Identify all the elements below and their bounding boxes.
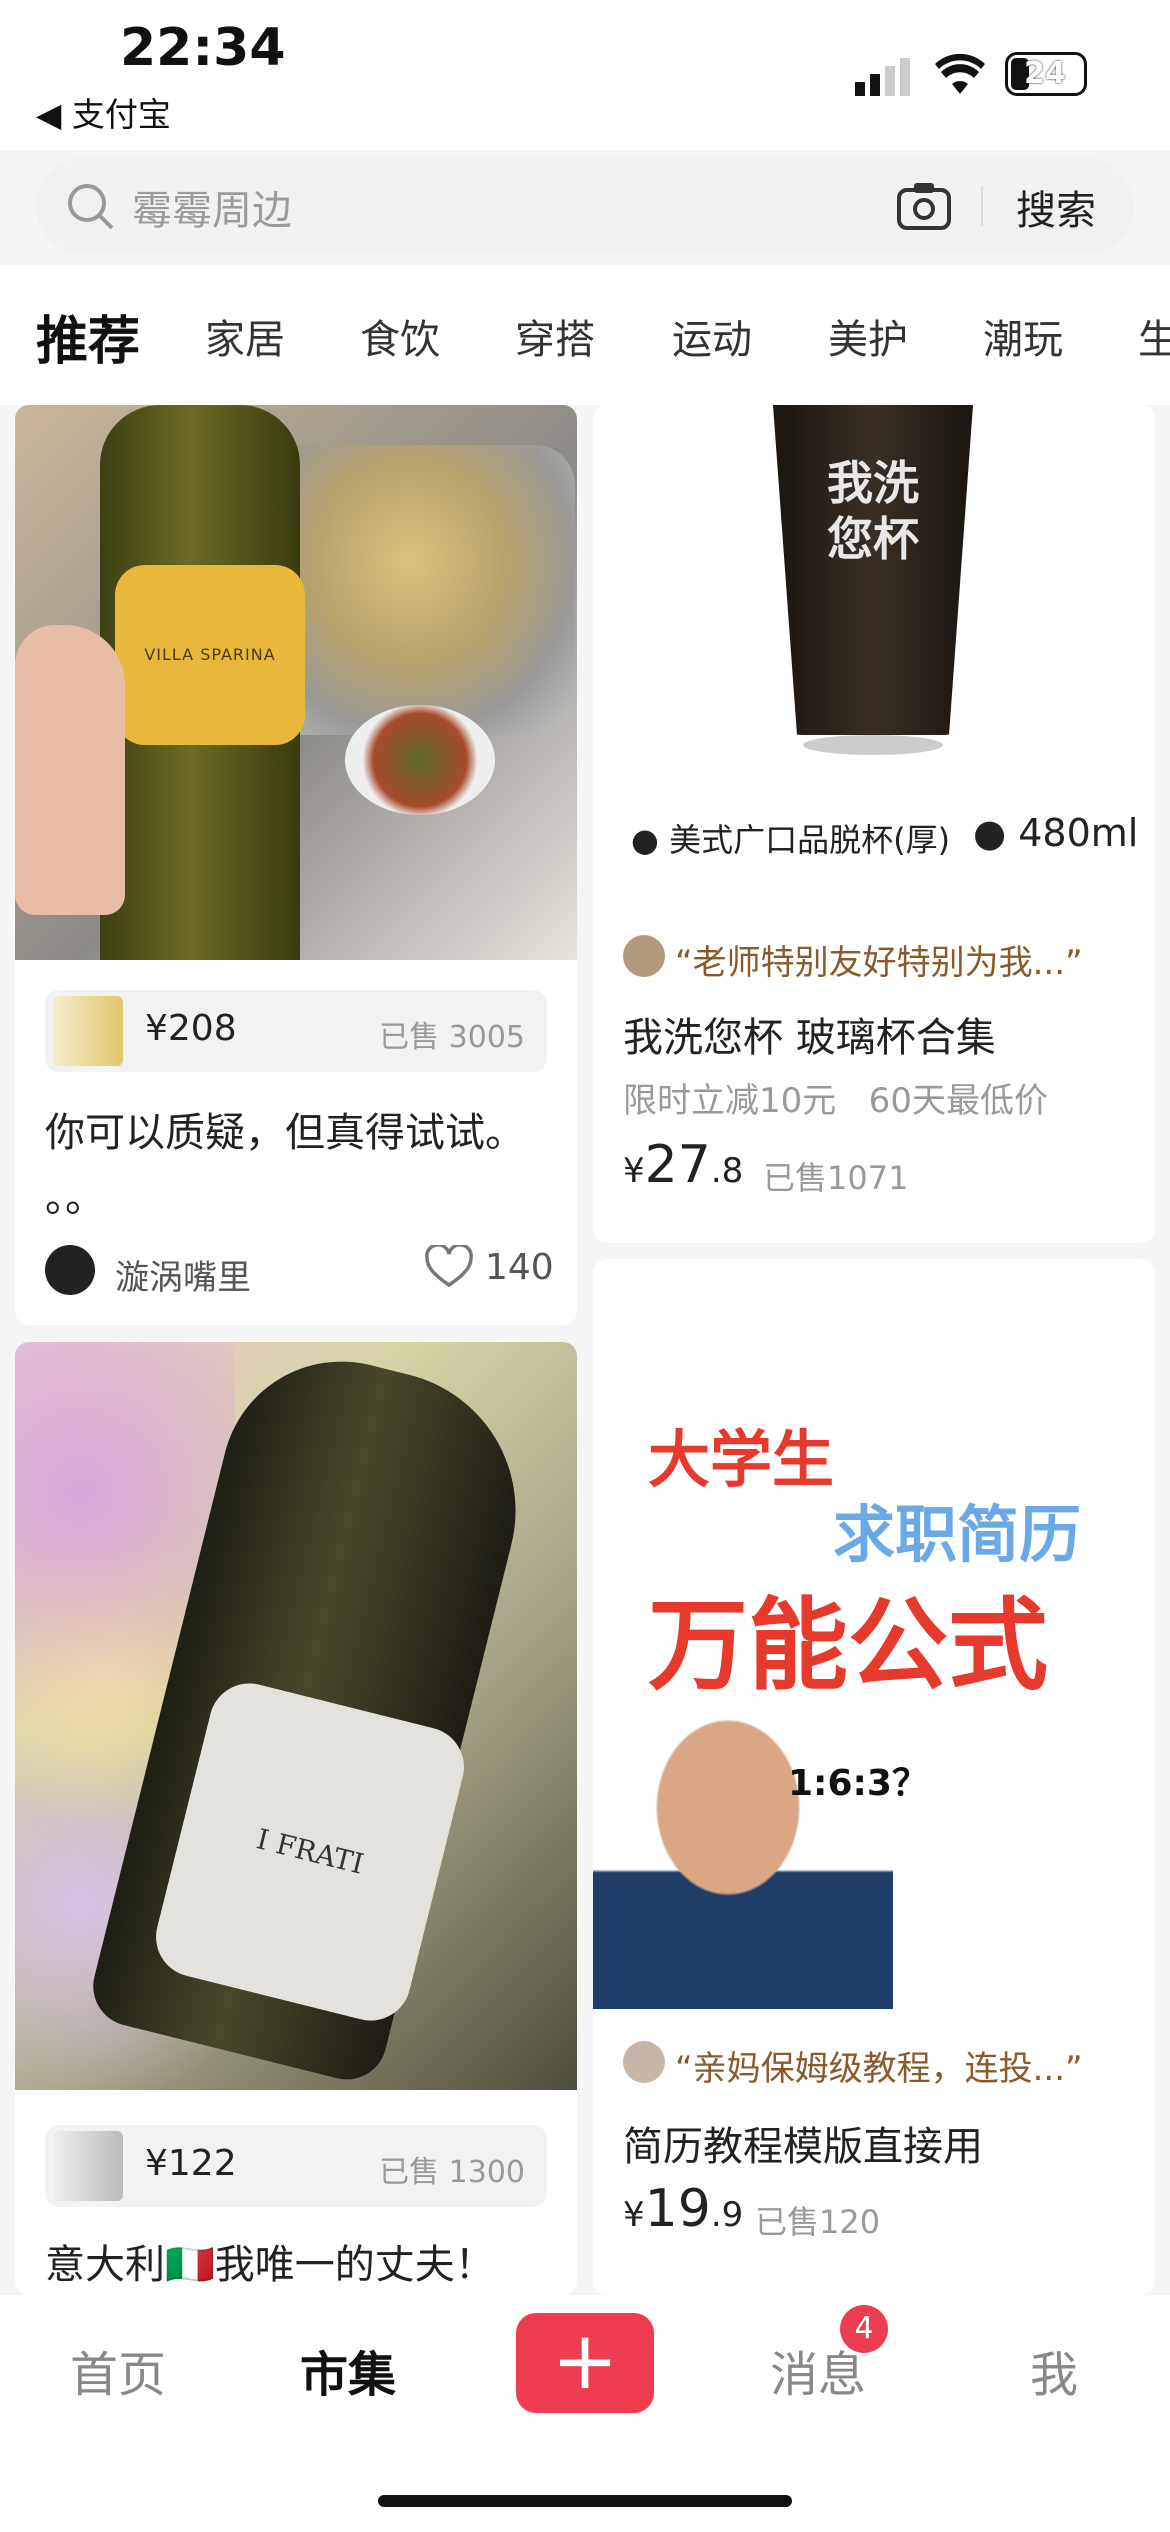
bottom-nav: 首页 市集 + 消息 4 我 (0, 2295, 1170, 2532)
back-triangle-icon: ◀ (36, 95, 72, 134)
tab-more[interactable]: 生 (1138, 307, 1170, 365)
glass-base (803, 735, 943, 755)
tab-recommend[interactable]: 推荐 (36, 299, 140, 374)
product-price: ¥208 (145, 1008, 237, 1049)
tab-food[interactable]: 食饮 (360, 307, 440, 365)
person-image (593, 1699, 893, 2009)
like-button[interactable]: 140 (425, 1243, 554, 1293)
camera-icon[interactable] (896, 180, 952, 236)
card-title: 你可以质疑，但真得试试。 (45, 1110, 525, 1156)
post-button[interactable]: + (516, 2313, 654, 2413)
plus-icon: + (551, 2314, 619, 2407)
sauce-bowl-image (345, 705, 495, 815)
price-dec: .8 (710, 1151, 744, 1191)
product-photo: I FRATI (15, 1342, 577, 2090)
sold-count: 已售120 (755, 2203, 881, 2241)
bottle-label: VILLA SPARINA (115, 565, 305, 745)
feed-card[interactable]: I FRATI ¥122 已售 1300 意大利🇮🇹我唯一的丈夫！ (15, 1342, 577, 2295)
tab-outfit[interactable]: 穿搭 (515, 307, 595, 365)
sold-count: 已售 3005 (379, 1020, 525, 1055)
back-to-app-link[interactable]: ◀ 支付宝 (36, 88, 171, 136)
avatar (623, 935, 665, 977)
home-indicator (378, 2495, 792, 2507)
tab-beauty[interactable]: 美护 (828, 307, 908, 365)
card-title: 简历教程模版直接用 (623, 2124, 983, 2170)
card-title-line2: 。。 (45, 1175, 105, 1221)
glass-print: 我洗您杯 (827, 456, 919, 566)
search-button[interactable]: 搜索 (1016, 178, 1096, 236)
search-input[interactable]: 霉霉周边 (132, 178, 292, 236)
tab-home[interactable]: 家居 (205, 307, 285, 365)
nav-me[interactable]: 我 (1030, 2335, 1078, 2405)
tab-sports[interactable]: 运动 (672, 307, 752, 365)
status-time: 22:34 (120, 18, 286, 78)
product-price: ¥27.8 (623, 1135, 744, 1195)
nav-home[interactable]: 首页 (70, 2335, 166, 2405)
search-divider (981, 186, 983, 226)
price-int: 19 (644, 2179, 711, 2239)
search-bar[interactable]: 霉霉周边 搜索 (36, 158, 1134, 254)
spec-tag: ● 美式广口品脱杯(厚) (631, 821, 951, 859)
category-tabs: 推荐 家居 食饮 穿搭 运动 美护 潮玩 生 (0, 265, 1170, 406)
search-icon (66, 182, 116, 236)
promo-text: 限时立减10元 60天最低价 (623, 1081, 1048, 1121)
product-photo: 我洗您杯 (593, 405, 1155, 780)
spec-tag: ● 480ml (973, 811, 1139, 855)
product-price: ¥122 (145, 2143, 237, 2184)
product-price-band[interactable]: ¥208 已售 3005 (45, 990, 547, 1072)
feed: VILLA SPARINA ¥208 已售 3005 你可以质疑，但真得试试。 … (0, 405, 1170, 2295)
feed-card[interactable]: 大学生 求职简历 万能公式 1:6:3？ “亲妈保姆级教程，连投...” 简历教… (593, 1259, 1155, 2295)
feed-card[interactable]: 我洗您杯 ● 美式广口品脱杯(厚) ● 480ml “老师特别友好特别为我...… (593, 405, 1155, 1243)
banner-line3: 万能公式 (648, 1587, 1048, 1704)
avatar (45, 1245, 95, 1295)
author-name[interactable]: 漩涡嘴里 (115, 1250, 251, 1299)
review-quote: “亲妈保姆级教程，连投...” (675, 2049, 1083, 2089)
price-dec: .9 (710, 2195, 744, 2235)
sold-count: 已售 1300 (379, 2155, 525, 2190)
status-bar: 22:34 ◀ 支付宝 24 (0, 0, 1170, 150)
battery-level: 24 (1024, 56, 1066, 91)
product-photo: VILLA SPARINA (15, 405, 577, 960)
banner-line1: 大学生 (648, 1423, 835, 1496)
hand-image (15, 625, 125, 915)
banner-tag: 1:6:3？ (788, 1763, 928, 1804)
messages-badge: 4 (840, 2305, 888, 2353)
heart-icon (425, 1243, 473, 1288)
battery-icon: 24 (1005, 52, 1087, 96)
review-quote: “老师特别友好特别为我...” (675, 943, 1083, 983)
card-title: 意大利🇮🇹我唯一的丈夫！ (45, 2242, 495, 2288)
back-app-label: 支付宝 (71, 95, 171, 134)
tab-toys[interactable]: 潮玩 (983, 307, 1063, 365)
banner-line2: 求职简历 (833, 1498, 1082, 1571)
sold-count: 已售1071 (763, 1159, 909, 1197)
nav-market[interactable]: 市集 (300, 2335, 396, 2405)
signal-icon (855, 58, 915, 102)
product-photo: 大学生 求职简历 万能公式 1:6:3？ (593, 1259, 1155, 2009)
product-price-band[interactable]: ¥122 已售 1300 (45, 2125, 547, 2207)
card-title: 我洗您杯 玻璃杯合集 (623, 1015, 996, 1061)
product-thumbnail (53, 2131, 123, 2201)
like-count: 140 (485, 1247, 554, 1288)
product-price: ¥19.9 (623, 2179, 744, 2239)
spec-label: 美式广口品脱杯(厚) (669, 821, 951, 859)
feed-card[interactable]: VILLA SPARINA ¥208 已售 3005 你可以质疑，但真得试试。 … (15, 405, 577, 1325)
product-thumbnail (53, 996, 123, 1066)
wifi-icon (935, 52, 985, 100)
spec-label: 480ml (1018, 811, 1139, 855)
price-int: 27 (644, 1135, 711, 1195)
avatar (623, 2041, 665, 2083)
